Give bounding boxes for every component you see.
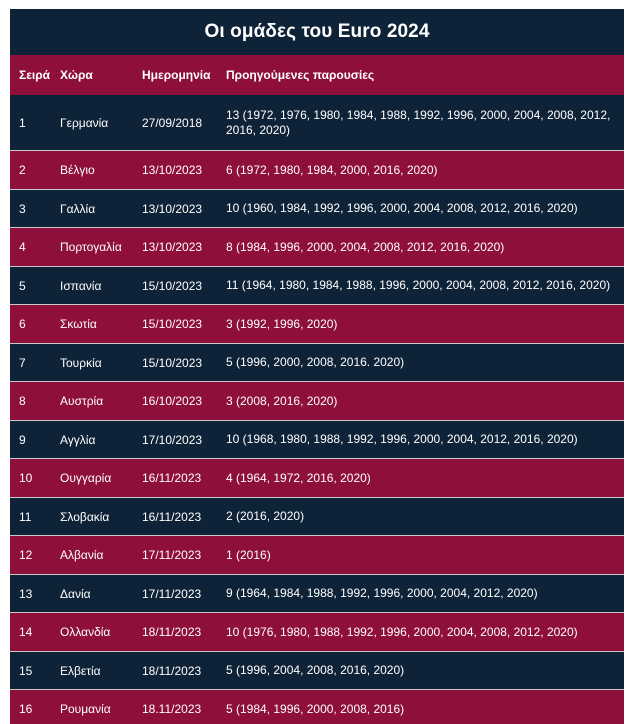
cell-date: 18.11/2023: [142, 702, 202, 716]
header-previous: Προηγούμενες παρουσίες: [226, 67, 375, 82]
table-row: 13 Δανία 17/11/2023 9 (1964, 1984, 1988, 19…: [10, 575, 624, 613]
cell-rank: 1: [19, 115, 26, 130]
cell-rank: 16: [19, 702, 33, 716]
table-row: 2 Βέλγιο 13/10/2023 6 (1972, 1980, 1984, 20…: [10, 151, 624, 190]
cell-previous: 5 (1996, 2004, 2008, 2016, 2020): [226, 663, 405, 677]
table-row: 7 Τουρκία 15/10/2023 5 (1996, 2000, 2008, 2…: [10, 344, 624, 382]
cell-rank: 9: [19, 432, 26, 447]
cell-date: 13/10/2023: [142, 240, 203, 254]
cell-country: Ρουμανία: [60, 702, 111, 716]
cell-previous: 8 (1984, 1996, 2000, 2004, 2008, 2012, 2…: [226, 239, 505, 254]
cell-date: 15/10/2023: [142, 355, 203, 370]
cell-rank: 15: [19, 663, 33, 678]
cell-country: Σκωτία: [60, 317, 97, 331]
teams-table: Οι ομάδες του Euro 2024 Σειρά Χώρα Ημερο…: [10, 9, 624, 724]
cell-previous: 3 (1992, 1996, 2020): [226, 316, 338, 331]
table-row: 9 Αγγλία 17/10/2023 10 (1968, 1980, 1988, 1…: [10, 421, 624, 459]
cell-country: Δανία: [60, 586, 91, 601]
cell-date: 15/10/2023: [142, 317, 203, 331]
cell-previous: 13 (1972, 1976, 1980, 1984, 1988, 1992, …: [226, 107, 611, 137]
header-country: Χώρα: [60, 68, 93, 82]
cell-previous: 10 (1976, 1980, 1988, 1992, 1996, 2000, …: [226, 624, 578, 639]
cell-country: Ουγγαρία: [60, 471, 112, 485]
table-row: 1 Γερμανία 27/09/2018 13 (1972, 1976, 1980,…: [10, 95, 624, 151]
table-title: Οι ομάδες του Euro 2024: [204, 21, 430, 42]
cell-rank: 13: [19, 586, 33, 601]
header-rank: Σειρά: [19, 68, 51, 82]
table-row: 12 Αλβανία 17/11/2023 1 (2016): [10, 536, 624, 575]
cell-rank: 10: [19, 471, 33, 485]
cell-rank: 3: [19, 201, 26, 216]
cell-rank: 8: [19, 394, 26, 408]
cell-date: 13/10/2023: [142, 201, 203, 216]
cell-date: 17/11/2023: [142, 548, 202, 562]
table-row: 11 Σλοβακία 16/11/2023 2 (2016, 2020): [10, 498, 624, 536]
cell-date: 17/11/2023: [142, 586, 202, 601]
table-row: 5 Ισπανία 15/10/2023 11 (1964, 1980, 1984, …: [10, 267, 624, 305]
cell-date: 17/10/2023: [142, 432, 203, 447]
table-row: 8 Αυστρία 16/10/2023 3 (2008, 2016, 2020): [10, 382, 624, 421]
cell-previous: 5 (1996, 2000, 2008, 2016. 2020): [226, 355, 405, 369]
table-row: 4 Πορτογαλία 13/10/2023 8 (1984, 1996, 2000…: [10, 228, 624, 267]
table-row: 15 Ελβετία 18/11/2023 5 (1996, 2004, 2008, …: [10, 652, 624, 690]
cell-rank: 4: [19, 240, 26, 254]
cell-rank: 6: [19, 317, 26, 331]
cell-date: 16/10/2023: [142, 394, 203, 408]
cell-previous: 2 (2016, 2020): [226, 509, 305, 523]
cell-rank: 5: [19, 278, 26, 293]
cell-rank: 2: [19, 163, 26, 177]
cell-date: 15/10/2023: [142, 278, 203, 293]
cell-previous: 10 (1968, 1980, 1988, 1992, 1996, 2000, …: [226, 432, 578, 446]
cell-previous: 10 (1960, 1984, 1992, 1996, 2000, 2004, …: [226, 201, 578, 215]
cell-date: 18/11/2023: [142, 625, 202, 639]
cell-country: Αγγλία: [60, 432, 96, 447]
header-date: Ημερομηνία: [142, 68, 211, 82]
cell-country: Σλοβακία: [60, 509, 110, 524]
cell-previous: 9 (1964, 1984, 1988, 1992, 1996, 2000, 2…: [226, 586, 538, 600]
cell-previous: 1 (2016): [226, 547, 271, 562]
cell-country: Γαλλία: [60, 201, 96, 216]
table-row: 16 Ρουμανία 18.11/2023 5 (1984, 1996, 2000,…: [10, 690, 624, 724]
cell-rank: 11: [19, 509, 32, 524]
cell-previous: 6 (1972, 1980, 1984, 2000, 2016, 2020): [226, 162, 438, 177]
table-row: 10 Ουγγαρία 16/11/2023 4 (1964, 1972, 2016,…: [10, 459, 624, 498]
cell-rank: 12: [19, 548, 33, 562]
table-row: 6 Σκωτία 15/10/2023 3 (1992, 1996, 2020): [10, 305, 624, 344]
cell-country: Ισπανία: [60, 278, 102, 293]
cell-previous: 3 (2008, 2016, 2020): [226, 393, 338, 408]
cell-rank: 7: [19, 355, 26, 370]
table-body: 1 Γερμανία 27/09/2018 13 (1972, 1976, 1980,…: [10, 95, 624, 724]
table-row: 3 Γαλλία 13/10/2023 10 (1960, 1984, 1992, 1…: [10, 190, 624, 228]
cell-country: Ελβετία: [60, 663, 101, 678]
cell-previous: 5 (1984, 1996, 2000, 2008, 2016): [226, 701, 405, 716]
cell-country: Βέλγιο: [60, 163, 95, 177]
cell-country: Πορτογαλία: [60, 240, 122, 254]
table-header-row: Σειρά Χώρα Ημερομηνία Προηγούμενες παρου…: [10, 55, 624, 95]
cell-previous: 4 (1964, 1972, 2016, 2020): [226, 470, 371, 485]
cell-country: Τουρκία: [60, 355, 102, 370]
table-row: 14 Ολλανδία 18/11/2023 10 (1976, 1980, 1988…: [10, 613, 624, 652]
cell-rank: 14: [19, 625, 33, 639]
cell-date: 18/11/2023: [142, 663, 202, 678]
cell-date: 16/11/2023: [142, 471, 202, 485]
cell-date: 13/10/2023: [142, 163, 203, 177]
cell-country: Αυστρία: [60, 394, 104, 408]
cell-country: Γερμανία: [60, 115, 109, 130]
cell-country: Αλβανία: [60, 548, 104, 562]
cell-date: 27/09/2018: [142, 115, 203, 130]
cell-date: 16/11/2023: [142, 509, 202, 524]
cell-previous: 11 (1964, 1980, 1984, 1988, 1996, 2000, …: [226, 278, 611, 292]
cell-country: Ολλανδία: [60, 625, 111, 639]
